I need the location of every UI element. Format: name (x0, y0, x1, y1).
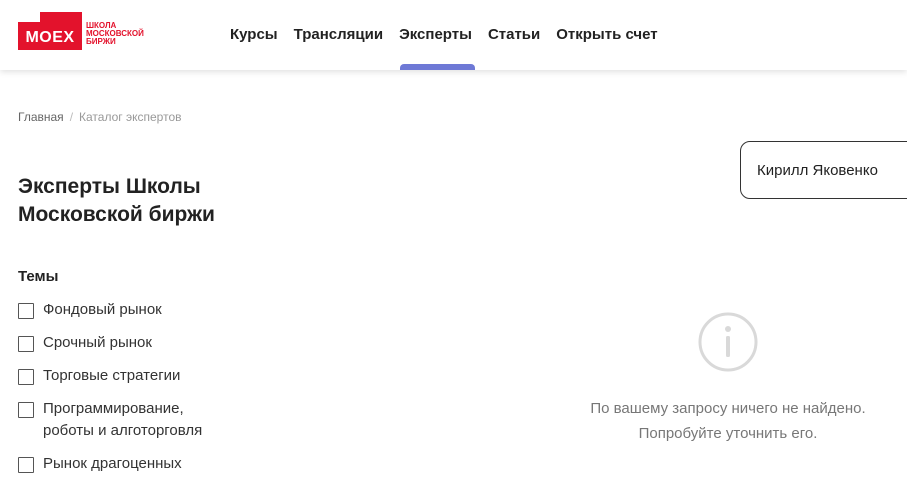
logo-line: БИРЖИ (86, 37, 116, 46)
filter-label: Фондовый рынок (43, 301, 162, 318)
expert-search-input[interactable] (757, 161, 907, 179)
topic-filter-derivatives-market[interactable]: Срочный рынок (18, 334, 278, 354)
filter-label: Срочный рынок (43, 334, 152, 351)
empty-state-message: По вашему запросу ничего не найдено. Поп… (560, 396, 896, 446)
breadcrumb-current: Каталог экспертов (79, 110, 182, 124)
info-circle-icon (698, 312, 758, 372)
checkbox[interactable] (18, 402, 34, 418)
filter-label: Программирование, роботы и алготорговля (43, 400, 203, 439)
expert-search-field[interactable] (740, 141, 907, 199)
topic-filter-programming[interactable]: Программирование, роботы и алготорговля (18, 400, 278, 442)
nav-item-experts[interactable]: Эксперты (399, 26, 472, 43)
logo-mark: MOEX (18, 12, 82, 50)
empty-state-line: По вашему запросу ничего не найдено. (590, 400, 866, 417)
logo-wordmark: MOEX (25, 29, 75, 46)
nav-item-articles[interactable]: Статьи (488, 26, 540, 43)
moex-school-logo[interactable]: MOEX ШКОЛА МОСКОВСКОЙ БИРЖИ (18, 12, 144, 50)
filter-label: Торговые стратегии (43, 367, 181, 384)
nav-active-indicator (400, 64, 475, 70)
filter-label: Рынок драгоценных (43, 455, 182, 472)
main-nav: Курсы Трансляции Эксперты Статьи Открыть… (230, 26, 658, 43)
page-title-line: Московской биржи (18, 203, 215, 226)
site-header: MOEX ШКОЛА МОСКОВСКОЙ БИРЖИ Курсы Трансл… (0, 0, 907, 70)
checkbox[interactable] (18, 457, 34, 473)
nav-item-broadcasts[interactable]: Трансляции (294, 26, 383, 43)
page-title-line: Эксперты Школы (18, 175, 201, 198)
nav-item-courses[interactable]: Курсы (230, 26, 278, 43)
page-title: Эксперты Школы Московской биржи (18, 173, 318, 229)
checkbox[interactable] (18, 369, 34, 385)
checkbox[interactable] (18, 303, 34, 319)
topic-filter-stock-market[interactable]: Фондовый рынок (18, 301, 278, 321)
breadcrumb: Главная / Каталог экспертов (18, 110, 182, 124)
topic-filter-precious-metals[interactable]: Рынок драгоценных (18, 455, 278, 475)
checkbox[interactable] (18, 336, 34, 352)
empty-state-line: Попробуйте уточнить его. (638, 425, 818, 442)
breadcrumb-home-link[interactable]: Главная (18, 110, 64, 124)
topic-filter-list: Фондовый рынок Срочный рынок Торговые ст… (18, 301, 278, 489)
nav-item-open-account[interactable]: Открыть счет (556, 26, 657, 43)
topic-filter-trading-strategies[interactable]: Торговые стратегии (18, 367, 278, 387)
logo-text: ШКОЛА МОСКОВСКОЙ БИРЖИ (86, 22, 144, 46)
breadcrumb-separator: / (69, 110, 74, 124)
filter-topics-heading: Темы (18, 268, 59, 285)
